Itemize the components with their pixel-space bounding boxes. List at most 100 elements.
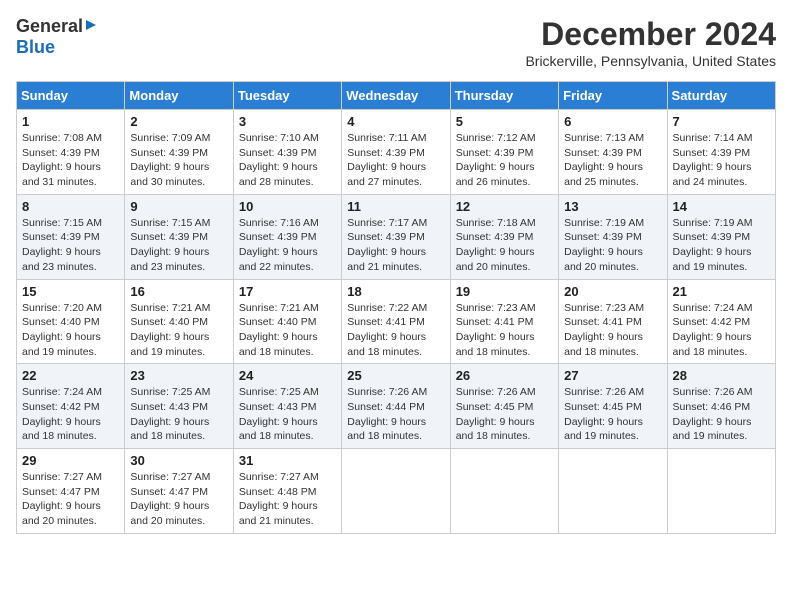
calendar-cell: 11 Sunrise: 7:17 AM Sunset: 4:39 PM Dayl…: [342, 194, 450, 279]
calendar-cell: 30 Sunrise: 7:27 AM Sunset: 4:47 PM Dayl…: [125, 449, 233, 534]
month-title: December 2024: [525, 16, 776, 53]
calendar-row: 15 Sunrise: 7:20 AM Sunset: 4:40 PM Dayl…: [17, 279, 776, 364]
day-info: Sunrise: 7:15 AM Sunset: 4:39 PM Dayligh…: [130, 217, 210, 273]
calendar-cell: 27 Sunrise: 7:26 AM Sunset: 4:45 PM Dayl…: [559, 364, 667, 449]
day-number: 10: [239, 199, 336, 214]
day-number: 13: [564, 199, 661, 214]
calendar-cell: 5 Sunrise: 7:12 AM Sunset: 4:39 PM Dayli…: [450, 110, 558, 195]
calendar-cell: 16 Sunrise: 7:21 AM Sunset: 4:40 PM Dayl…: [125, 279, 233, 364]
day-info: Sunrise: 7:14 AM Sunset: 4:39 PM Dayligh…: [673, 132, 753, 188]
calendar-cell: 28 Sunrise: 7:26 AM Sunset: 4:46 PM Dayl…: [667, 364, 775, 449]
day-number: 26: [456, 368, 553, 383]
day-info: Sunrise: 7:24 AM Sunset: 4:42 PM Dayligh…: [22, 386, 102, 442]
day-info: Sunrise: 7:27 AM Sunset: 4:48 PM Dayligh…: [239, 471, 319, 527]
day-number: 25: [347, 368, 444, 383]
day-number: 27: [564, 368, 661, 383]
day-info: Sunrise: 7:20 AM Sunset: 4:40 PM Dayligh…: [22, 302, 102, 358]
calendar-cell: 6 Sunrise: 7:13 AM Sunset: 4:39 PM Dayli…: [559, 110, 667, 195]
calendar-cell: 15 Sunrise: 7:20 AM Sunset: 4:40 PM Dayl…: [17, 279, 125, 364]
day-number: 16: [130, 284, 227, 299]
calendar-cell: 2 Sunrise: 7:09 AM Sunset: 4:39 PM Dayli…: [125, 110, 233, 195]
logo-blue-text: Blue: [16, 37, 55, 58]
calendar-cell: 8 Sunrise: 7:15 AM Sunset: 4:39 PM Dayli…: [17, 194, 125, 279]
calendar-cell: [342, 449, 450, 534]
day-number: 3: [239, 114, 336, 129]
calendar-cell: 17 Sunrise: 7:21 AM Sunset: 4:40 PM Dayl…: [233, 279, 341, 364]
day-info: Sunrise: 7:26 AM Sunset: 4:45 PM Dayligh…: [456, 386, 536, 442]
calendar-cell: 3 Sunrise: 7:10 AM Sunset: 4:39 PM Dayli…: [233, 110, 341, 195]
calendar-cell: 18 Sunrise: 7:22 AM Sunset: 4:41 PM Dayl…: [342, 279, 450, 364]
day-number: 2: [130, 114, 227, 129]
day-number: 11: [347, 199, 444, 214]
header-sunday: Sunday: [17, 82, 125, 110]
calendar-cell: 22 Sunrise: 7:24 AM Sunset: 4:42 PM Dayl…: [17, 364, 125, 449]
day-info: Sunrise: 7:26 AM Sunset: 4:44 PM Dayligh…: [347, 386, 427, 442]
day-number: 6: [564, 114, 661, 129]
day-number: 9: [130, 199, 227, 214]
calendar-table: Sunday Monday Tuesday Wednesday Thursday…: [16, 81, 776, 534]
day-info: Sunrise: 7:19 AM Sunset: 4:39 PM Dayligh…: [673, 217, 753, 273]
day-info: Sunrise: 7:10 AM Sunset: 4:39 PM Dayligh…: [239, 132, 319, 188]
calendar-cell: 24 Sunrise: 7:25 AM Sunset: 4:43 PM Dayl…: [233, 364, 341, 449]
header-thursday: Thursday: [450, 82, 558, 110]
location-text: Brickerville, Pennsylvania, United State…: [525, 53, 776, 69]
day-number: 20: [564, 284, 661, 299]
header-wednesday: Wednesday: [342, 82, 450, 110]
day-info: Sunrise: 7:13 AM Sunset: 4:39 PM Dayligh…: [564, 132, 644, 188]
day-info: Sunrise: 7:22 AM Sunset: 4:41 PM Dayligh…: [347, 302, 427, 358]
day-info: Sunrise: 7:24 AM Sunset: 4:42 PM Dayligh…: [673, 302, 753, 358]
day-number: 31: [239, 453, 336, 468]
day-number: 17: [239, 284, 336, 299]
calendar-cell: 25 Sunrise: 7:26 AM Sunset: 4:44 PM Dayl…: [342, 364, 450, 449]
day-info: Sunrise: 7:16 AM Sunset: 4:39 PM Dayligh…: [239, 217, 319, 273]
calendar-row: 1 Sunrise: 7:08 AM Sunset: 4:39 PM Dayli…: [17, 110, 776, 195]
header-saturday: Saturday: [667, 82, 775, 110]
day-info: Sunrise: 7:18 AM Sunset: 4:39 PM Dayligh…: [456, 217, 536, 273]
calendar-cell: 20 Sunrise: 7:23 AM Sunset: 4:41 PM Dayl…: [559, 279, 667, 364]
day-number: 14: [673, 199, 770, 214]
day-number: 1: [22, 114, 119, 129]
day-number: 24: [239, 368, 336, 383]
calendar-cell: [667, 449, 775, 534]
calendar-cell: 13 Sunrise: 7:19 AM Sunset: 4:39 PM Dayl…: [559, 194, 667, 279]
day-info: Sunrise: 7:27 AM Sunset: 4:47 PM Dayligh…: [130, 471, 210, 527]
day-info: Sunrise: 7:21 AM Sunset: 4:40 PM Dayligh…: [239, 302, 319, 358]
day-info: Sunrise: 7:26 AM Sunset: 4:46 PM Dayligh…: [673, 386, 753, 442]
day-number: 29: [22, 453, 119, 468]
day-number: 28: [673, 368, 770, 383]
day-info: Sunrise: 7:23 AM Sunset: 4:41 PM Dayligh…: [564, 302, 644, 358]
header-friday: Friday: [559, 82, 667, 110]
calendar-row: 8 Sunrise: 7:15 AM Sunset: 4:39 PM Dayli…: [17, 194, 776, 279]
calendar-cell: 26 Sunrise: 7:26 AM Sunset: 4:45 PM Dayl…: [450, 364, 558, 449]
calendar-cell: 12 Sunrise: 7:18 AM Sunset: 4:39 PM Dayl…: [450, 194, 558, 279]
calendar-cell: 1 Sunrise: 7:08 AM Sunset: 4:39 PM Dayli…: [17, 110, 125, 195]
calendar-cell: 9 Sunrise: 7:15 AM Sunset: 4:39 PM Dayli…: [125, 194, 233, 279]
day-number: 22: [22, 368, 119, 383]
day-number: 23: [130, 368, 227, 383]
day-info: Sunrise: 7:19 AM Sunset: 4:39 PM Dayligh…: [564, 217, 644, 273]
calendar-cell: 4 Sunrise: 7:11 AM Sunset: 4:39 PM Dayli…: [342, 110, 450, 195]
day-info: Sunrise: 7:25 AM Sunset: 4:43 PM Dayligh…: [239, 386, 319, 442]
calendar-cell: [450, 449, 558, 534]
header-monday: Monday: [125, 82, 233, 110]
day-number: 12: [456, 199, 553, 214]
calendar-cell: 29 Sunrise: 7:27 AM Sunset: 4:47 PM Dayl…: [17, 449, 125, 534]
day-number: 5: [456, 114, 553, 129]
title-section: December 2024 Brickerville, Pennsylvania…: [525, 16, 776, 69]
day-info: Sunrise: 7:09 AM Sunset: 4:39 PM Dayligh…: [130, 132, 210, 188]
calendar-row: 29 Sunrise: 7:27 AM Sunset: 4:47 PM Dayl…: [17, 449, 776, 534]
day-number: 4: [347, 114, 444, 129]
day-info: Sunrise: 7:25 AM Sunset: 4:43 PM Dayligh…: [130, 386, 210, 442]
logo-general-text: General: [16, 16, 83, 37]
day-number: 19: [456, 284, 553, 299]
calendar-cell: 19 Sunrise: 7:23 AM Sunset: 4:41 PM Dayl…: [450, 279, 558, 364]
logo-icon: [84, 18, 98, 32]
calendar-cell: 10 Sunrise: 7:16 AM Sunset: 4:39 PM Dayl…: [233, 194, 341, 279]
day-number: 18: [347, 284, 444, 299]
day-number: 21: [673, 284, 770, 299]
calendar-cell: [559, 449, 667, 534]
day-info: Sunrise: 7:12 AM Sunset: 4:39 PM Dayligh…: [456, 132, 536, 188]
calendar-row: 22 Sunrise: 7:24 AM Sunset: 4:42 PM Dayl…: [17, 364, 776, 449]
calendar-cell: 7 Sunrise: 7:14 AM Sunset: 4:39 PM Dayli…: [667, 110, 775, 195]
day-info: Sunrise: 7:21 AM Sunset: 4:40 PM Dayligh…: [130, 302, 210, 358]
